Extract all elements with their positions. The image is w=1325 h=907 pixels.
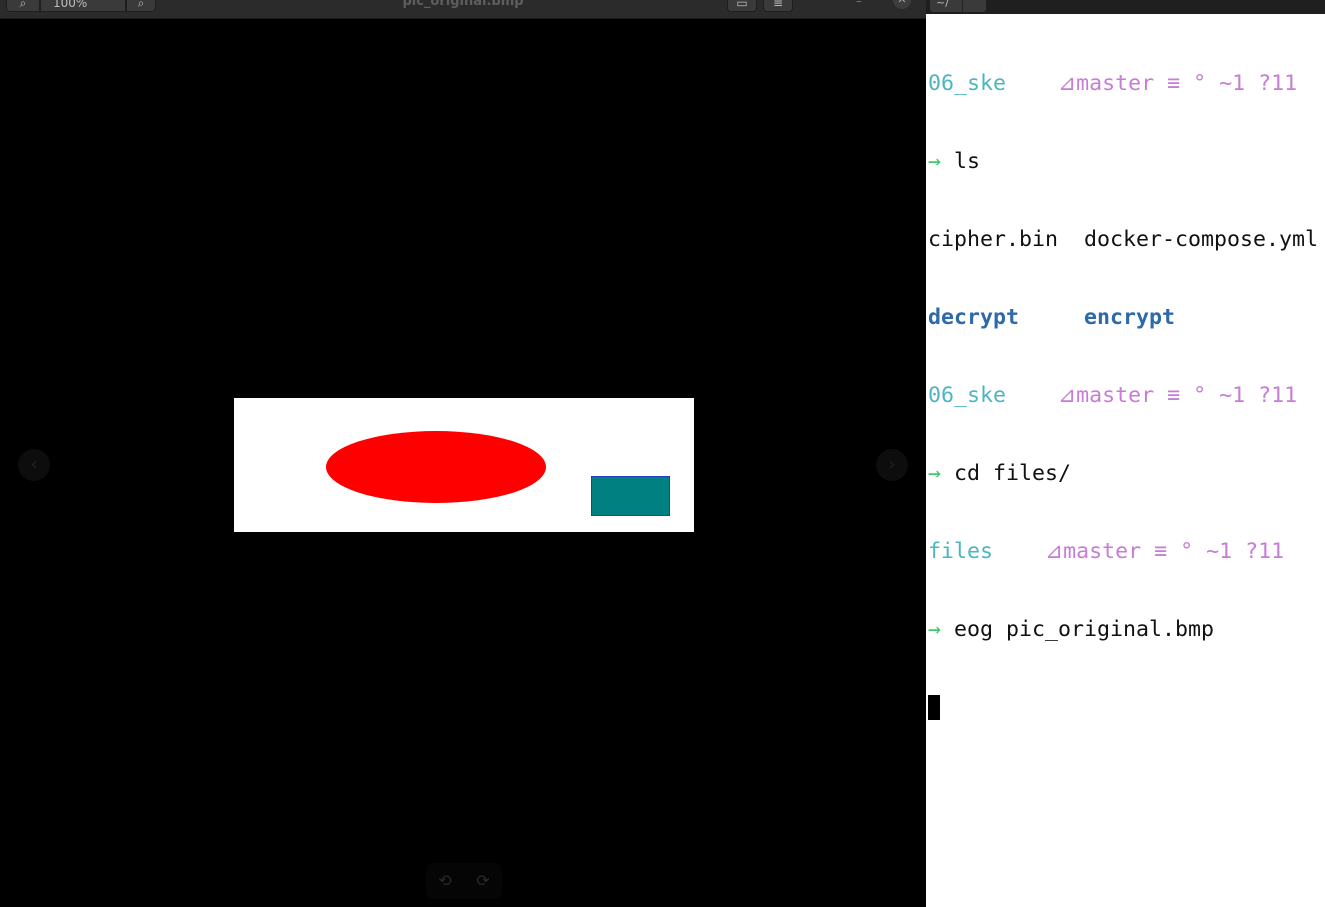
image-content [234, 398, 694, 532]
close-icon: ✕ [897, 0, 906, 6]
displayed-image [234, 398, 694, 532]
git-status: ⊿master ≡ ° ~1 ?11 [1058, 71, 1298, 96]
next-image-button[interactable]: › [876, 449, 908, 481]
prompt-arrow: → [928, 149, 942, 174]
executable-entry: encrypt [1084, 305, 1176, 330]
prompt-arrow: → [928, 617, 942, 642]
tab-divider [962, 0, 963, 12]
prompt-line: 06_ske ⊿master ≡ ° ~1 ?11 [928, 383, 1325, 409]
gallery-button[interactable]: ▭ [727, 0, 757, 12]
git-status: ⊿master ≡ ° ~1 ?11 [1058, 383, 1298, 408]
menu-button[interactable]: ≡ [763, 0, 793, 12]
image-viewer-window: ⌕ 100% ⌕ pic_original.bmp ▭ ≡ – ✕ ‹ › [0, 0, 926, 907]
rotate-left-icon: ⟲ [438, 871, 452, 890]
chevron-right-icon: › [888, 454, 896, 475]
previous-image-button[interactable]: ‹ [18, 449, 50, 481]
rotate-right-icon: ⟳ [476, 871, 490, 890]
command-text: eog pic_original.bmp [954, 617, 1215, 642]
terminal-tab-label: ~/ [936, 0, 949, 9]
rotate-toolbar: ⟲ ⟳ [426, 863, 502, 899]
prompt-directory: files [928, 539, 994, 564]
rotate-left-button[interactable]: ⟲ [435, 871, 455, 891]
viewer-header-bar: ⌕ 100% ⌕ pic_original.bmp ▭ ≡ – ✕ [0, 0, 926, 19]
file-entry: cipher.bin [928, 227, 1059, 252]
teal-rectangle-shape [591, 476, 670, 516]
terminal-tab[interactable]: ~/ [930, 0, 986, 12]
minimize-button[interactable]: – [856, 0, 862, 8]
command-line: → eog pic_original.bmp [928, 617, 1325, 643]
prompt-directory: 06_ske [928, 71, 1007, 96]
red-ellipse-shape [326, 431, 546, 503]
cursor-line [928, 695, 1325, 721]
executable-entry: decrypt [928, 305, 1020, 330]
terminal-output[interactable]: 06_ske ⊿master ≡ ° ~1 ?11 → ls cipher.bi… [928, 19, 1325, 773]
terminal-tab-bar: ~/ [926, 0, 1325, 14]
command-line: → cd files/ [928, 461, 1325, 487]
git-status: ⊿master ≡ ° ~1 ?11 [1045, 539, 1285, 564]
menu-icon: ≡ [772, 0, 784, 10]
terminal-window[interactable]: ~/ 06_ske ⊿master ≡ ° ~1 ?11 → ls cipher… [926, 0, 1325, 907]
gallery-icon: ▭ [736, 0, 748, 10]
prompt-line: 06_ske ⊿master ≡ ° ~1 ?11 [928, 71, 1325, 97]
command-text: cd files/ [954, 461, 1072, 486]
file-entry: docker-compose.yml [1084, 227, 1319, 252]
command-line: → ls [928, 149, 1325, 175]
image-canvas[interactable]: ‹ › ⟲ ⟳ [0, 19, 926, 907]
prompt-directory: 06_ske [928, 383, 1007, 408]
chevron-left-icon: ‹ [30, 454, 38, 475]
terminal-cursor [928, 695, 940, 720]
output-line: decrypt encrypt [928, 305, 1325, 331]
command-text: ls [954, 149, 981, 174]
output-line: cipher.bin docker-compose.yml [928, 227, 1325, 253]
prompt-arrow: → [928, 461, 942, 486]
prompt-line: files ⊿master ≡ ° ~1 ?11 [928, 539, 1325, 565]
rotate-right-button[interactable]: ⟳ [473, 871, 493, 891]
